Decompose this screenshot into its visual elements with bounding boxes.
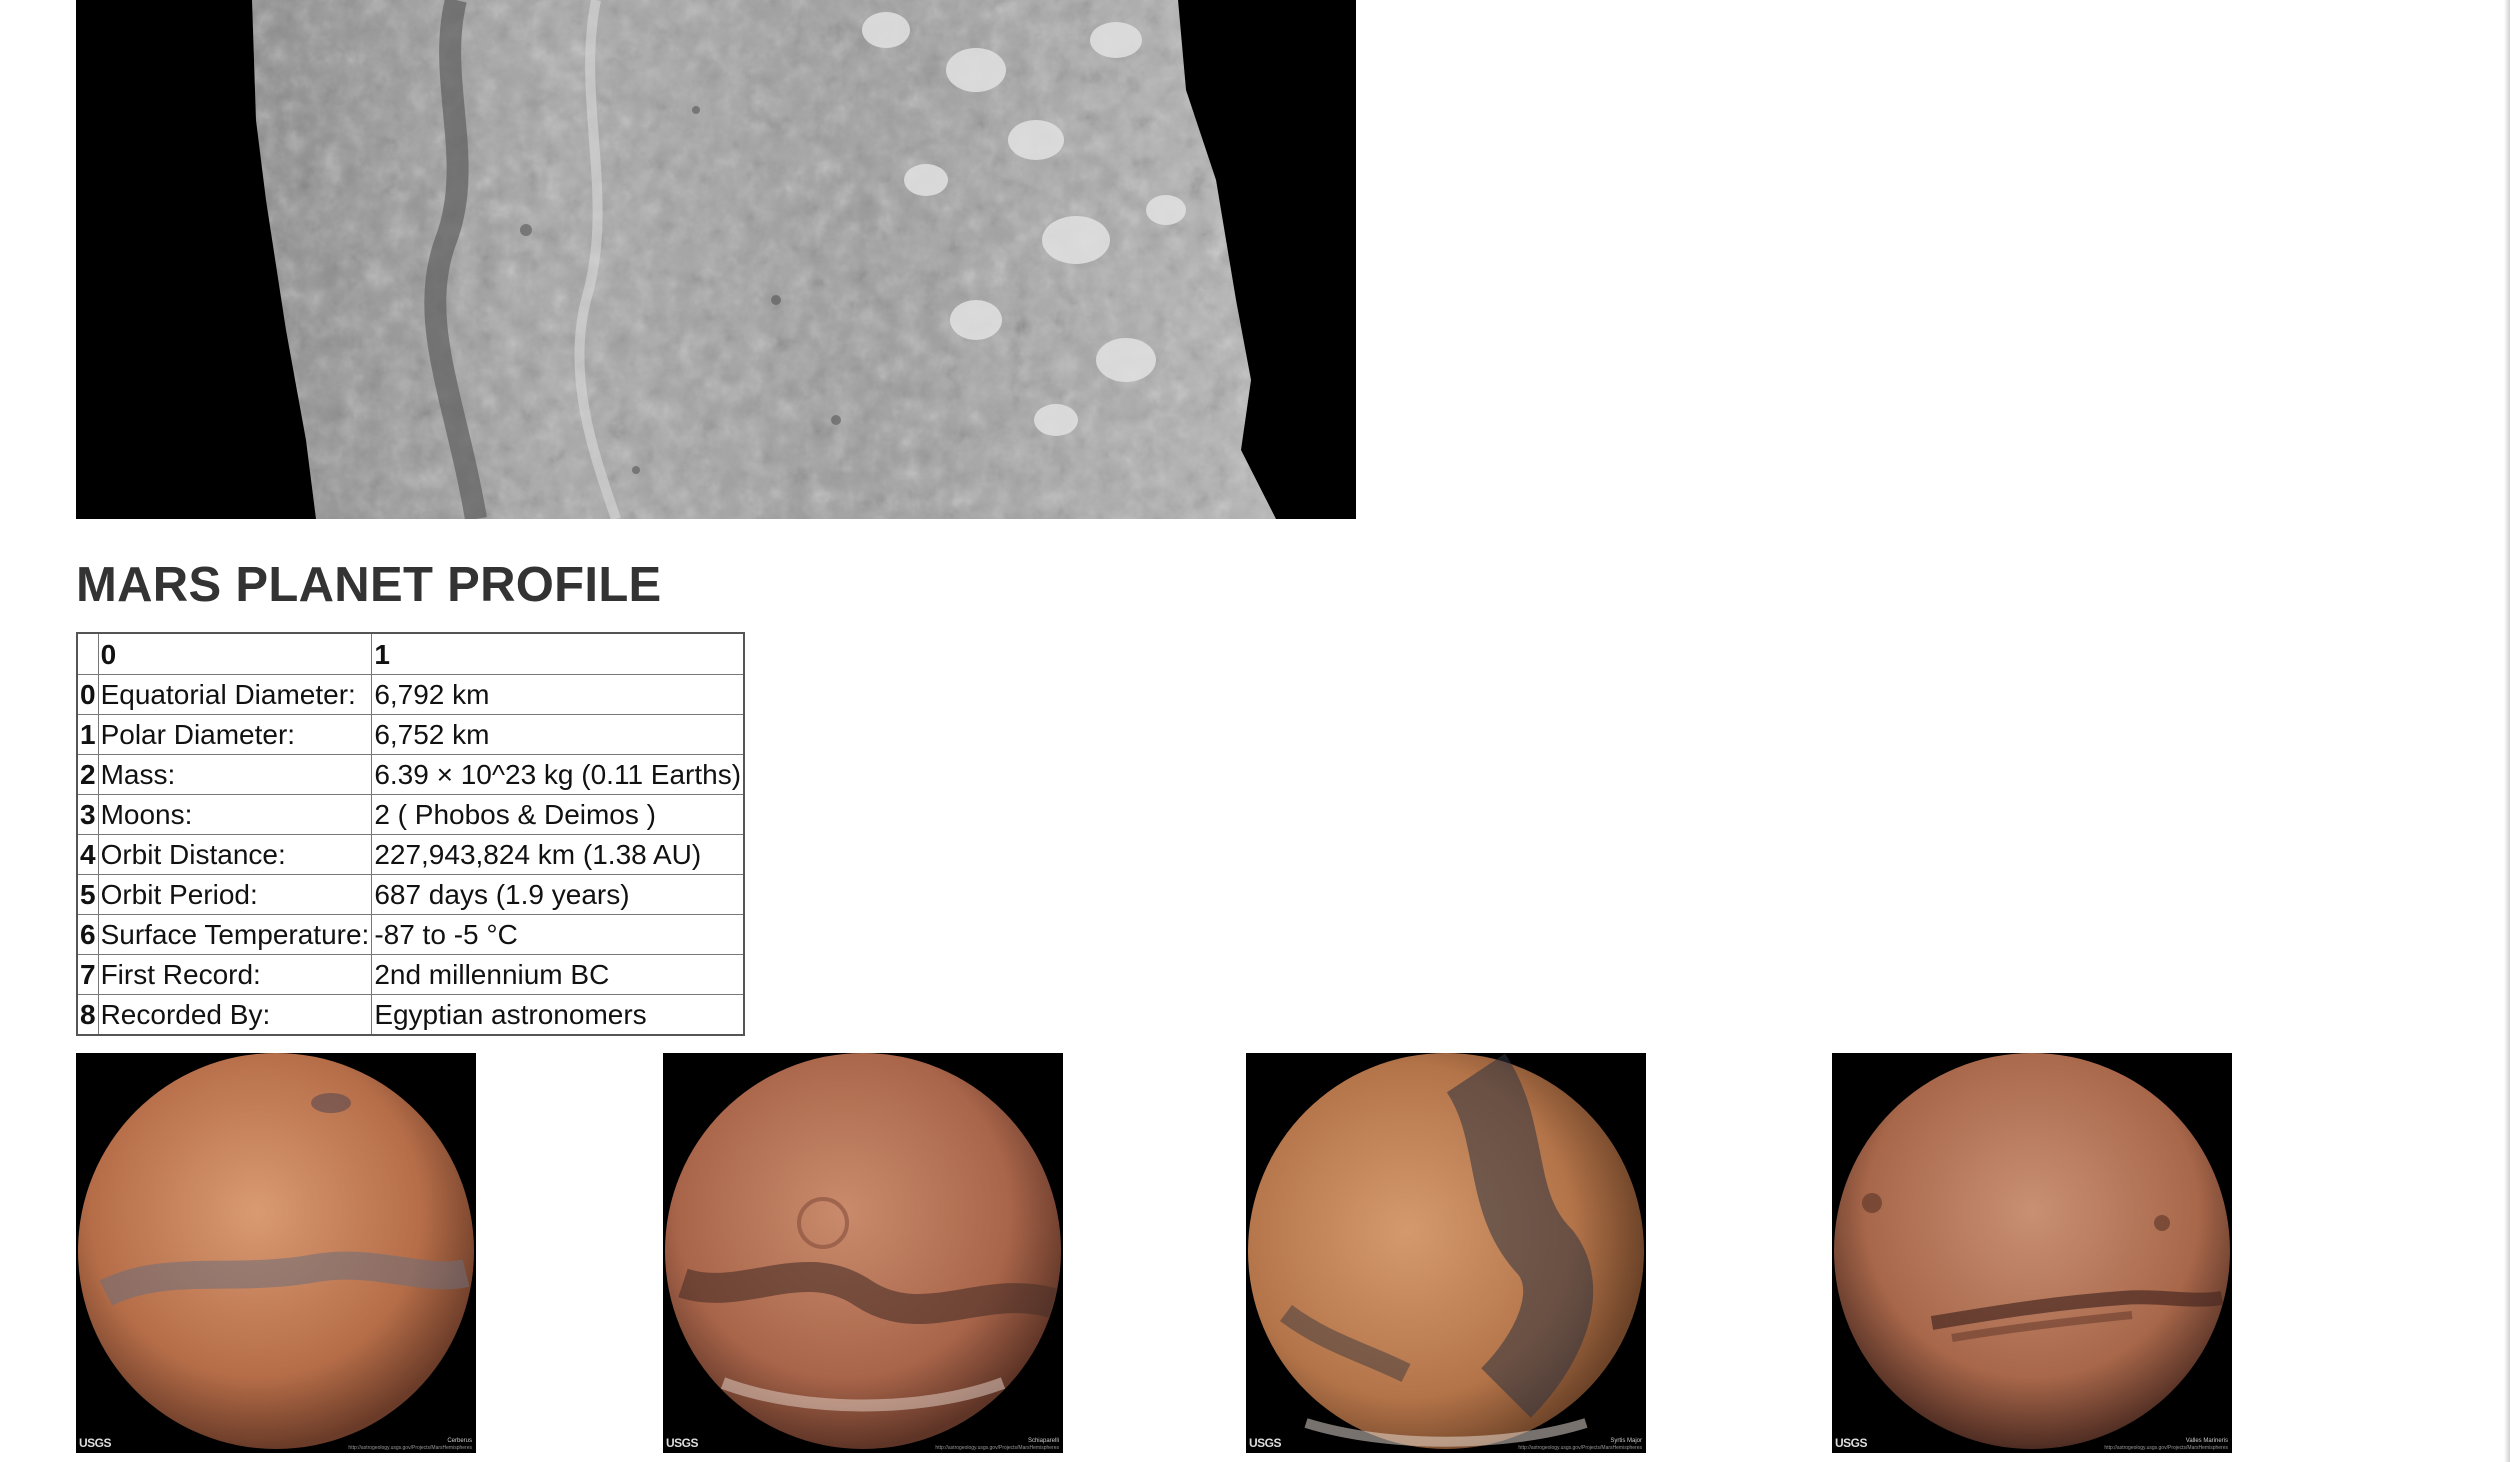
row-index: 5 (76, 874, 99, 915)
usgs-logo: USGS (1835, 1436, 1868, 1450)
row-index: 7 (76, 954, 99, 995)
table-header-row: 0 1 (76, 632, 745, 675)
hemisphere-caption: Cerberus (447, 1438, 472, 1444)
fact-label: Recorded By: (97, 994, 373, 1036)
row-index: 2 (76, 754, 99, 795)
fact-label: Mass: (97, 754, 373, 795)
hemisphere-image-cerberus[interactable]: USGS Cerberus http://astrogeology.usgs.g… (76, 1053, 476, 1453)
table-row: 4 Orbit Distance: 227,943,824 km (1.38 A… (76, 834, 745, 875)
usgs-logo: USGS (666, 1436, 699, 1450)
row-index: 0 (76, 674, 99, 715)
mars-facts-table: 0 1 0 Equatorial Diameter: 6,792 km 1 Po… (76, 632, 746, 1036)
row-index: 1 (76, 714, 99, 755)
fact-label: First Record: (97, 954, 373, 995)
table-corner-cell (76, 632, 99, 675)
table-row: 3 Moons: 2 ( Phobos & Deimos ) (76, 794, 745, 835)
row-index: 8 (76, 994, 99, 1036)
hemisphere-image-syrtis-major[interactable]: USGS Syrtis Major http://astrogeology.us… (1246, 1053, 1646, 1453)
hemisphere-caption: Schiaparelli (1027, 1438, 1059, 1444)
usgs-logo: USGS (1249, 1436, 1282, 1450)
mars-globe-graphic (665, 1053, 1061, 1449)
mars-globe-graphic (78, 1053, 474, 1449)
fact-value: 227,943,824 km (1.38 AU) (371, 834, 745, 875)
table-row: 7 First Record: 2nd millennium BC (76, 954, 745, 995)
table-row: 6 Surface Temperature: -87 to -5 °C (76, 914, 745, 955)
table-row: 5 Orbit Period: 687 days (1.9 years) (76, 874, 745, 915)
fact-value: 6,792 km (371, 674, 745, 715)
column-header: 0 (97, 632, 373, 675)
hemisphere-image-schiaparelli[interactable]: USGS Schiaparelli http://astrogeology.us… (663, 1053, 1063, 1453)
fact-label: Polar Diameter: (97, 714, 373, 755)
fact-value: 6,752 km (371, 714, 745, 755)
fact-value: 2 ( Phobos & Deimos ) (371, 794, 745, 835)
column-header: 1 (371, 632, 745, 675)
fact-label: Moons: (97, 794, 373, 835)
row-index: 3 (76, 794, 99, 835)
fact-value: 2nd millennium BC (371, 954, 745, 995)
row-index: 4 (76, 834, 99, 875)
page-title: MARS PLANET PROFILE (76, 558, 662, 612)
table-row: 2 Mass: 6.39 × 10^23 kg (0.11 Earths) (76, 754, 745, 795)
hemisphere-source-url: http://astrogeology.usgs.gov/Projects/Ma… (1518, 1445, 1642, 1451)
page: MARS PLANET PROFILE 0 1 0 Equatorial Dia… (0, 0, 2510, 1462)
fact-label: Equatorial Diameter: (97, 674, 373, 715)
hemisphere-caption: Syrtis Major (1610, 1438, 1642, 1444)
row-index: 6 (76, 914, 99, 955)
mars-globe-graphic (1248, 1053, 1644, 1449)
featured-image-graphic (252, 0, 1276, 519)
hemisphere-source-url: http://astrogeology.usgs.gov/Projects/Ma… (935, 1445, 1059, 1451)
featured-mars-image (76, 0, 1356, 519)
fact-value: 687 days (1.9 years) (371, 874, 745, 915)
window-edge-shadow (2504, 0, 2510, 1462)
table-row: 1 Polar Diameter: 6,752 km (76, 714, 745, 755)
table-row: 0 Equatorial Diameter: 6,792 km (76, 674, 745, 715)
hemisphere-caption: Valles Marineris (2185, 1438, 2228, 1444)
fact-label: Orbit Distance: (97, 834, 373, 875)
fact-label: Orbit Period: (97, 874, 373, 915)
hemisphere-image-valles-marineris[interactable]: USGS Valles Marineris http://astrogeolog… (1832, 1053, 2232, 1453)
mars-globe-graphic (1834, 1053, 2230, 1449)
hemisphere-source-url: http://astrogeology.usgs.gov/Projects/Ma… (2104, 1445, 2228, 1451)
fact-value: 6.39 × 10^23 kg (0.11 Earths) (371, 754, 745, 795)
fact-value: -87 to -5 °C (371, 914, 745, 955)
table-row: 8 Recorded By: Egyptian astronomers (76, 994, 745, 1036)
fact-value: Egyptian astronomers (371, 994, 745, 1036)
fact-label: Surface Temperature: (97, 914, 373, 955)
usgs-logo: USGS (79, 1436, 112, 1450)
hemisphere-source-url: http://astrogeology.usgs.gov/Projects/Ma… (348, 1445, 472, 1451)
